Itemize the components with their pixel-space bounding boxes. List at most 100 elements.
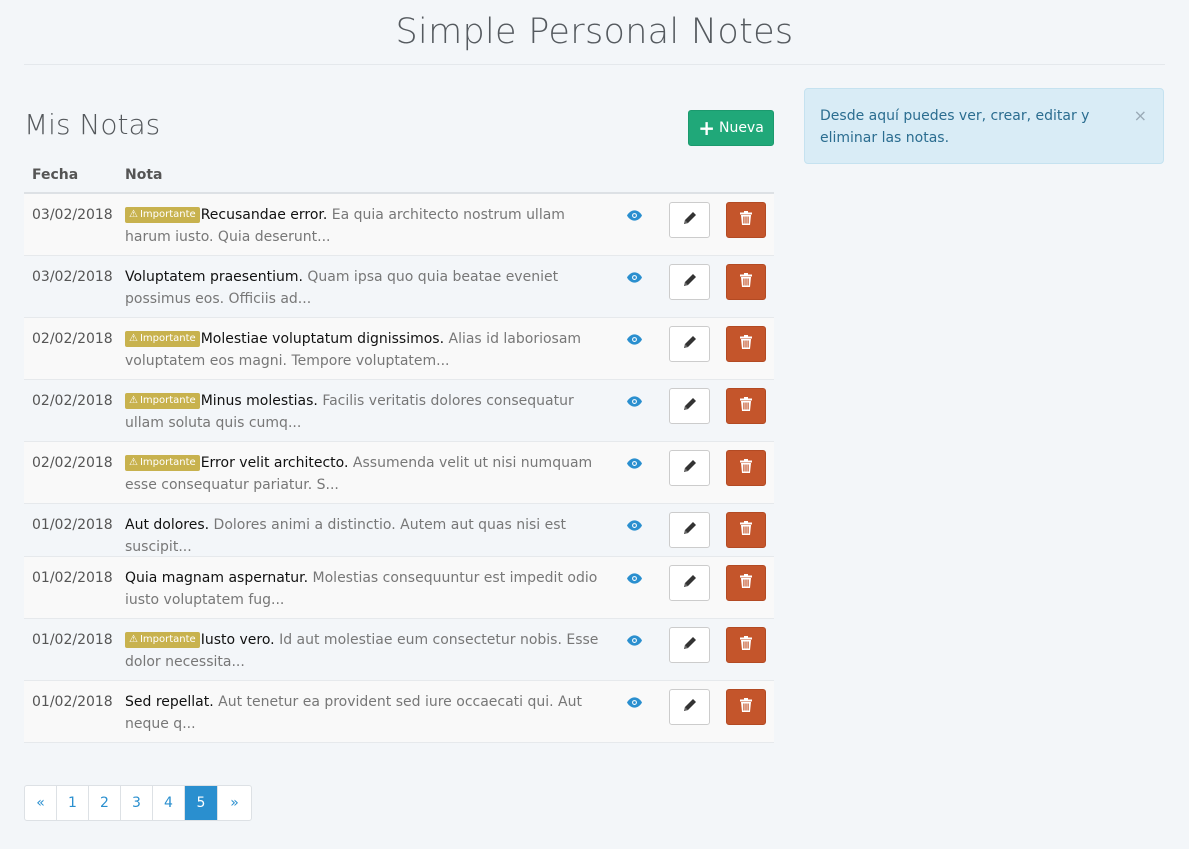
note-content: ⚠ Importante Minus molestias. Facilis veri… [125, 380, 600, 434]
badge-label: Importante [139, 634, 196, 645]
table-row: 02/02/2018 ⚠ Importante Minus molestias. Fa… [24, 380, 774, 442]
delete-button[interactable] [726, 565, 766, 601]
important-badge: ⚠ Importante [125, 455, 200, 471]
eye-icon[interactable] [626, 331, 642, 347]
close-icon[interactable]: × [1134, 105, 1147, 127]
edit-button[interactable] [669, 388, 710, 424]
note-title: Error velit architecto. [200, 455, 349, 471]
delete-button[interactable] [726, 388, 766, 424]
note-date: 01/02/2018 [32, 694, 113, 710]
table-header: Fecha Nota [24, 157, 774, 194]
page-link-5[interactable]: 5 [185, 786, 218, 820]
table-row: 03/02/2018 Voluptatem praesentium. Quam i… [24, 256, 774, 318]
edit-button[interactable] [669, 512, 710, 548]
table-row: 02/02/2018 ⚠ Importante Error velit archite… [24, 442, 774, 504]
note-title: Recusandae error. [200, 207, 328, 223]
header-fecha: Fecha [32, 166, 79, 183]
table-row: 01/02/2018 Quia magnam aspernatur. Molest… [24, 557, 774, 619]
plus-icon: + [698, 116, 715, 140]
edit-button[interactable] [669, 627, 710, 663]
table-body: 03/02/2018 ⚠ Importante Recusandae error. E… [24, 194, 774, 743]
pencil-icon [683, 397, 697, 415]
warning-icon: ⚠ [129, 457, 138, 468]
edit-button[interactable] [669, 326, 710, 362]
table-row: 01/02/2018 ⚠ Importante Iusto vero. Id aut … [24, 619, 774, 681]
note-title: Aut dolores. [125, 517, 210, 533]
note-title: Sed repellat. [125, 694, 214, 710]
page-next[interactable]: » [218, 786, 251, 820]
note-content: Voluptatem praesentium. Quam ipsa quo qu… [125, 256, 600, 310]
badge-label: Importante [139, 395, 196, 406]
eye-icon[interactable] [626, 570, 642, 586]
note-date: 02/02/2018 [32, 393, 113, 409]
trash-icon [740, 211, 752, 229]
edit-button[interactable] [669, 450, 710, 486]
badge-label: Importante [139, 209, 196, 220]
pencil-icon [683, 273, 697, 291]
important-badge: ⚠ Importante [125, 393, 200, 409]
important-badge: ⚠ Importante [125, 331, 200, 347]
table-row: 01/02/2018 Sed repellat. Aut tenetur ea p… [24, 681, 774, 743]
pencil-icon [683, 574, 697, 592]
important-badge: ⚠ Importante [125, 632, 200, 648]
section-title: Mis Notas [24, 108, 161, 141]
page-link-3[interactable]: 3 [121, 786, 153, 820]
page-link-2[interactable]: 2 [89, 786, 121, 820]
delete-button[interactable] [726, 264, 766, 300]
trash-icon [740, 459, 752, 477]
note-title: Minus molestias. [200, 393, 318, 409]
note-content: Quia magnam aspernatur. Molestias conseq… [125, 557, 600, 611]
edit-button[interactable] [669, 689, 710, 725]
delete-button[interactable] [726, 326, 766, 362]
eye-icon[interactable] [626, 269, 642, 285]
new-note-label: Nueva [718, 120, 764, 136]
trash-icon [740, 273, 752, 291]
page-prev[interactable]: « [25, 786, 57, 820]
trash-icon [740, 636, 752, 654]
pencil-icon [683, 211, 697, 229]
page-link-4[interactable]: 4 [153, 786, 185, 820]
title-divider [24, 64, 1165, 65]
page-link-1[interactable]: 1 [57, 786, 89, 820]
delete-button[interactable] [726, 627, 766, 663]
note-title: Quia magnam aspernatur. [125, 570, 309, 586]
note-date: 03/02/2018 [32, 269, 113, 285]
eye-icon[interactable] [626, 517, 642, 533]
badge-label: Importante [139, 457, 196, 468]
edit-button[interactable] [669, 565, 710, 601]
delete-button[interactable] [726, 689, 766, 725]
trash-icon [740, 335, 752, 353]
trash-icon [740, 698, 752, 716]
warning-icon: ⚠ [129, 395, 138, 406]
warning-icon: ⚠ [129, 333, 138, 344]
note-title: Molestiae voluptatum dignissimos. [200, 331, 445, 347]
pencil-icon [683, 335, 697, 353]
eye-icon[interactable] [626, 207, 642, 223]
badge-label: Importante [139, 333, 196, 344]
warning-icon: ⚠ [129, 634, 138, 645]
table-row: 03/02/2018 ⚠ Importante Recusandae error. E… [24, 194, 774, 256]
important-badge: ⚠ Importante [125, 207, 200, 223]
delete-button[interactable] [726, 202, 766, 238]
note-date: 01/02/2018 [32, 517, 113, 533]
header-nota: Nota [125, 166, 163, 183]
table-row: 02/02/2018 ⚠ Importante Molestiae voluptatu… [24, 318, 774, 380]
notes-table: Fecha Nota 03/02/2018 ⚠ Importante Recusand… [24, 157, 774, 743]
eye-icon[interactable] [626, 455, 642, 471]
delete-button[interactable] [726, 450, 766, 486]
edit-button[interactable] [669, 264, 710, 300]
pencil-icon [683, 636, 697, 654]
trash-icon [740, 397, 752, 415]
note-title: Voluptatem praesentium. [125, 269, 303, 285]
note-content: ⚠ Importante Iusto vero. Id aut molestiae … [125, 619, 600, 673]
alert-text: Desde aquí puedes ver, crear, editar y e… [820, 108, 1090, 146]
eye-icon[interactable] [626, 632, 642, 648]
trash-icon [740, 574, 752, 592]
delete-button[interactable] [726, 512, 766, 548]
pencil-icon [683, 459, 697, 477]
note-date: 02/02/2018 [32, 455, 113, 471]
edit-button[interactable] [669, 202, 710, 238]
eye-icon[interactable] [626, 393, 642, 409]
new-note-button[interactable]: + Nueva [688, 110, 774, 146]
eye-icon[interactable] [626, 694, 642, 710]
